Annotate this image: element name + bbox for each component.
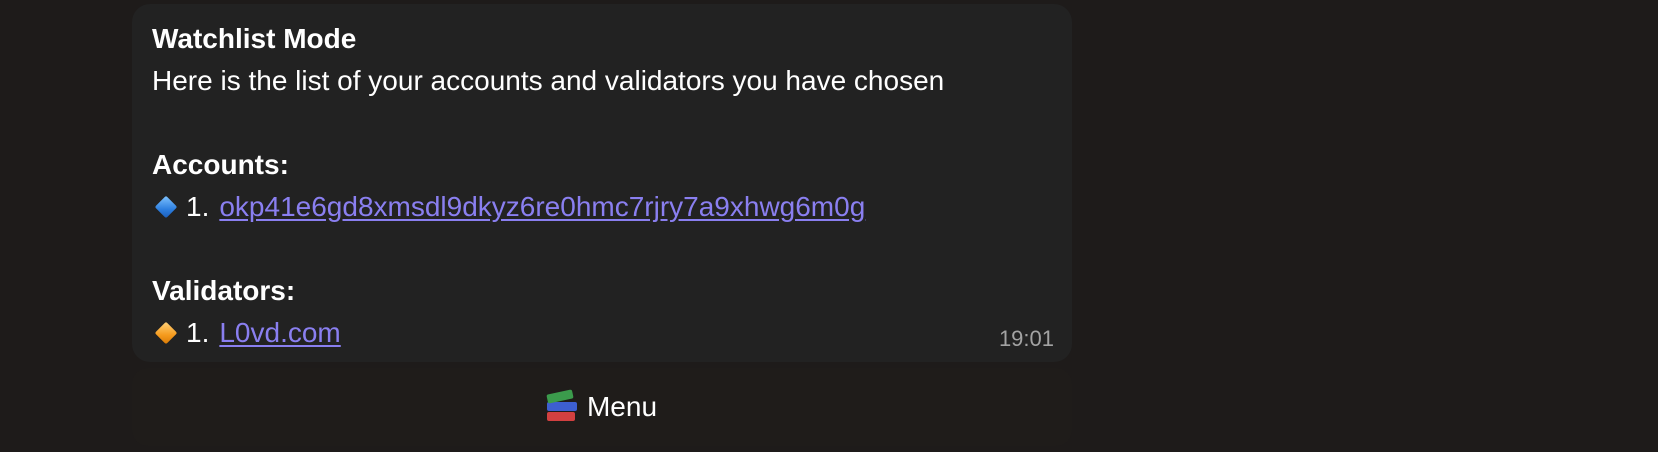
message-intro: Here is the list of your accounts and va…: [152, 65, 945, 96]
validators-heading: Validators:: [152, 275, 296, 306]
orange-diamond-icon: [154, 321, 178, 345]
account-item: 1. okp41e6gd8xmsdl9dkyz6re0hmc7rjry7a9xhw…: [152, 186, 1052, 228]
menu-button-label: Menu: [586, 391, 658, 422]
account-number: 1.: [186, 191, 210, 222]
blue-diamond-icon: [154, 195, 178, 219]
message-timestamp: 19:01: [998, 326, 1054, 351]
books-icon: [546, 389, 577, 422]
message-bubble: Watchlist Mode Here is the list of your …: [132, 4, 1072, 362]
validator-item: 1. L0vd.com: [152, 312, 1052, 354]
message-title: Watchlist Mode: [152, 23, 357, 54]
account-address-link[interactable]: okp41e6gd8xmsdl9dkyz6re0hmc7rjry7a9xhwg6…: [219, 191, 865, 222]
menu-button[interactable]: Menu: [132, 368, 1072, 446]
accounts-heading: Accounts:: [152, 149, 289, 180]
validator-name-link[interactable]: L0vd.com: [219, 317, 340, 348]
chat-view: Watchlist Mode Here is the list of your …: [0, 0, 1658, 452]
validator-number: 1.: [186, 317, 210, 348]
